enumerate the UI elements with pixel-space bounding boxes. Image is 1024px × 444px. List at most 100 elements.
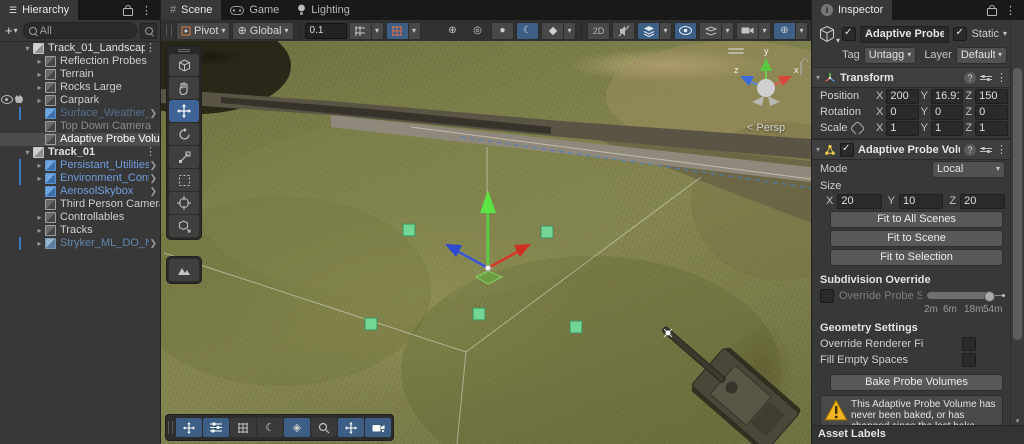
foldout-closed-icon[interactable]: ▸ (34, 211, 45, 224)
mode-dropdown[interactable]: Local ▾ (932, 160, 1005, 178)
gizmo-sphere[interactable] (757, 79, 775, 97)
hierarchy-row-controllables[interactable]: ▸ Controllables (0, 211, 160, 224)
scene-visibility-toggle[interactable] (674, 21, 697, 40)
hierarchy-row-reflection-probes[interactable]: ▸ Reflection Probes (0, 55, 160, 68)
transform-overlay-button[interactable] (338, 418, 364, 437)
fit-to-scene-button[interactable]: Fit to Scene (830, 230, 1003, 247)
prefab-chevron-icon[interactable]: ❯ (149, 172, 160, 185)
scene-viewport[interactable]: y z x < Persp ☾ ◈ (161, 41, 811, 444)
transform-tool-button[interactable] (169, 192, 199, 214)
sliders-overlay-button[interactable] (203, 418, 229, 437)
prefab-chevron-icon[interactable]: ❯ (149, 185, 160, 198)
x-axis-cone[interactable] (778, 76, 792, 86)
active-checkbox[interactable] (842, 27, 856, 41)
gameobject-name-input[interactable] (860, 25, 950, 43)
foldout-open-icon[interactable]: ▾ (22, 42, 33, 55)
tag-dropdown[interactable]: Untagged ▾ (863, 46, 917, 64)
audio-mute-toggle[interactable] (612, 21, 635, 40)
overlays-button[interactable] (699, 21, 722, 40)
tab-inspector[interactable]: i Inspector (812, 0, 893, 20)
orientation-gizmo[interactable]: y z x < Persp (726, 44, 806, 140)
hierarchy-row-track01-landscape[interactable]: ▾ Track_01_Landscape ⋮ (0, 42, 160, 55)
chevron-down-icon[interactable]: ▾ (722, 21, 734, 40)
tab-game[interactable]: Game (221, 0, 288, 20)
static-checkbox[interactable] (953, 27, 968, 41)
scroll-down-arrow[interactable]: ▾ (1011, 417, 1024, 425)
hierarchy-row-stryker[interactable]: ▸ Stryker_ML_DO_N( ❯ (0, 237, 160, 250)
gameobject-icon-button[interactable]: ▾ (816, 23, 840, 45)
2d-view-toggle[interactable]: 2D (587, 21, 610, 40)
pivot-toggle-button[interactable]: Pivot ▾ (176, 21, 231, 40)
hierarchy-row-rocks-large[interactable]: ▸ Rocks Large (0, 81, 160, 94)
fit-to-selection-button[interactable]: Fit to Selection (830, 249, 1003, 266)
transform-component-header[interactable]: ▾ Transform ? ⋮ (812, 67, 1011, 88)
overlay-drag-handle[interactable] (168, 421, 173, 434)
scene-visibility-eye-icon[interactable] (1, 95, 13, 104)
gizmos-toggle[interactable]: ⊕ (773, 21, 796, 40)
custom-tool-button[interactable] (169, 215, 199, 237)
tab-scene[interactable]: # Scene (161, 0, 222, 20)
hierarchy-row-carpark[interactable]: ▸ Carpark (0, 94, 160, 107)
component-enabled-checkbox[interactable] (840, 142, 855, 157)
bake-probe-volumes-button[interactable]: Bake Probe Volumes (830, 374, 1003, 391)
scale-tool-button[interactable] (169, 146, 199, 168)
asset-labels-section[interactable]: Asset Labels (812, 425, 1024, 444)
perspective-label[interactable]: < Persp (726, 122, 806, 134)
rotation-z-input[interactable] (975, 104, 1009, 120)
prefab-chevron-icon[interactable]: ❯ (149, 237, 160, 250)
search-picker-icon[interactable] (140, 22, 157, 39)
chevron-down-icon[interactable]: ▾ (564, 21, 576, 40)
move-overlay-button[interactable] (176, 418, 202, 437)
position-y-input[interactable] (931, 88, 964, 104)
gizmo-lock-icon[interactable] (800, 61, 802, 75)
presets-icon[interactable] (980, 74, 992, 81)
editor-tool-cube-button[interactable] (169, 54, 199, 76)
fill-empty-checkbox[interactable] (962, 353, 976, 367)
foldout-closed-icon[interactable]: ▸ (34, 224, 45, 237)
slider-handle[interactable] (984, 291, 995, 302)
foldout-closed-icon[interactable]: ▸ (34, 68, 45, 81)
hierarchy-search[interactable] (22, 22, 137, 39)
hierarchy-row-third-person-camera[interactable]: Third Person Camera (0, 198, 160, 211)
fit-to-all-scenes-button[interactable]: Fit to All Scenes (830, 211, 1003, 228)
size-x-input[interactable] (837, 193, 882, 209)
help-icon[interactable]: ? (964, 143, 976, 156)
hierarchy-search-input[interactable] (39, 24, 131, 37)
toolbar-grip[interactable] (166, 24, 172, 37)
global-toggle-button[interactable]: ⊕ Global ▾ (232, 21, 294, 40)
gizmo-diamond-button[interactable]: ◈ (284, 418, 310, 437)
foldout-closed-icon[interactable]: ▸ (34, 172, 45, 185)
shaded-mode-button[interactable]: ● (491, 21, 514, 40)
override-probe-checkbox[interactable] (820, 289, 834, 303)
kebab-menu-icon[interactable]: ⋮ (145, 146, 160, 159)
size-y-input[interactable] (899, 193, 944, 209)
grid-snapping-toggle[interactable] (385, 21, 409, 40)
position-z-input[interactable] (975, 88, 1009, 104)
z-axis-cone[interactable] (740, 76, 754, 86)
foldout-open-icon[interactable]: ▾ (816, 73, 820, 82)
gizmo-center[interactable] (484, 264, 492, 272)
foldout-open-icon[interactable]: ▾ (22, 146, 33, 159)
crosshair-icon-button[interactable]: ⊕ (441, 22, 464, 40)
terrain-tool-button[interactable] (169, 259, 199, 281)
lock-icon[interactable] (123, 4, 133, 16)
chevron-down-icon[interactable]: ▾ (759, 21, 771, 40)
size-z-input[interactable] (960, 193, 1006, 209)
kebab-menu-icon[interactable]: ⋮ (996, 143, 1007, 156)
hierarchy-row-adaptive-probe-volume[interactable]: Adaptive Probe Volume (0, 133, 160, 146)
probe-spacing-slider[interactable] (927, 291, 1005, 302)
search-overlay-button[interactable] (311, 418, 337, 437)
hierarchy-row-track01[interactable]: ▾ Track_01 ⋮ (0, 146, 160, 159)
view-tool-button[interactable] (169, 77, 199, 99)
grid-overlay-button[interactable] (230, 418, 256, 437)
y-axis-cone[interactable] (760, 58, 772, 71)
layers-visibility-button[interactable] (637, 21, 660, 40)
grid-snap-settings-button[interactable] (348, 21, 372, 40)
circle-dot-icon-button[interactable]: ◎ (466, 22, 489, 40)
hierarchy-row-environment-cont[interactable]: ▸ Environment_Cont ❯ (0, 172, 160, 185)
kebab-menu-icon[interactable]: ⋮ (145, 42, 160, 55)
move-tool-button[interactable] (169, 100, 199, 122)
rect-tool-button[interactable] (169, 169, 199, 191)
help-icon[interactable]: ? (964, 71, 976, 84)
foldout-closed-icon[interactable]: ▸ (34, 237, 45, 250)
